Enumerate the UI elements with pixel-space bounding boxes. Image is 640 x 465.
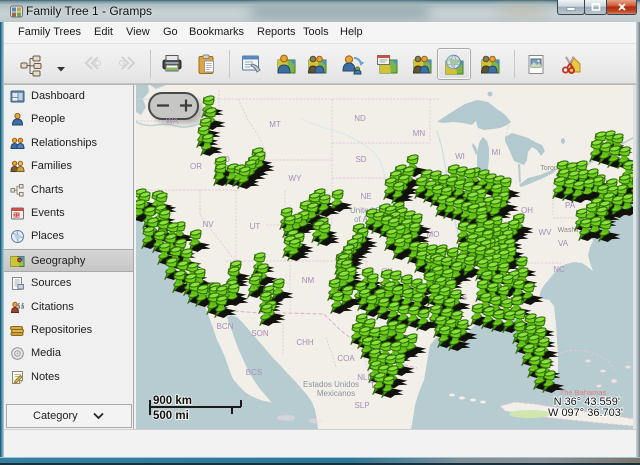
svg-text:SLP: SLP	[354, 401, 369, 410]
svg-text:900 km: 900 km	[153, 395, 192, 407]
svg-text:COA: COA	[337, 354, 355, 363]
svg-text:Estados Unidos: Estados Unidos	[303, 380, 359, 389]
svg-text:MI: MI	[492, 148, 501, 157]
svg-text:BCN: BCN	[217, 322, 234, 331]
svg-text:W 097° 36.703': W 097° 36.703'	[548, 407, 623, 419]
svg-text:NM: NM	[302, 276, 315, 285]
svg-text:SD: SD	[355, 155, 366, 164]
svg-text:WV: WV	[539, 228, 553, 237]
svg-text:500 mi: 500 mi	[153, 410, 189, 422]
svg-text:VA: VA	[558, 239, 569, 248]
svg-text:UT: UT	[250, 222, 261, 231]
svg-text:SON: SON	[251, 329, 269, 338]
svg-text:MT: MT	[269, 120, 281, 129]
svg-text:NE: NE	[360, 192, 371, 201]
svg-text:Mexicanos: Mexicanos	[317, 389, 355, 398]
svg-text:WI: WI	[455, 152, 465, 161]
svg-text:CHH: CHH	[296, 338, 314, 347]
svg-text:MN: MN	[413, 129, 426, 138]
svg-text:NC: NC	[553, 265, 565, 274]
svg-text:BCS: BCS	[246, 368, 262, 377]
svg-text:NV: NV	[202, 220, 214, 229]
svg-text:WY: WY	[289, 174, 303, 183]
svg-text:OR: OR	[190, 162, 202, 171]
svg-text:21: 21	[14, 213, 20, 219]
svg-text:WA: WA	[166, 117, 179, 126]
svg-text:ND: ND	[354, 114, 366, 123]
svg-text:PA: PA	[565, 201, 576, 210]
